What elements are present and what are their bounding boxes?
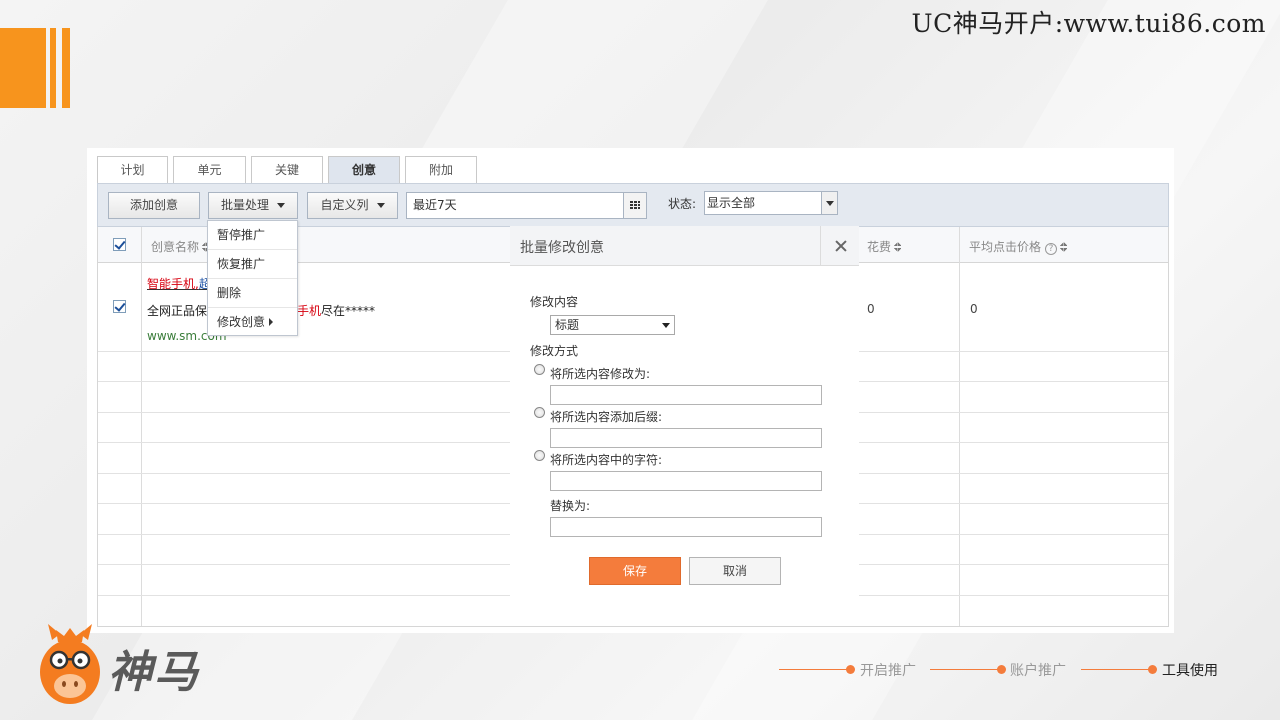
add-creative-button[interactable]: 添加创意 — [108, 192, 200, 219]
accent-bar — [62, 28, 70, 108]
tab-keyword[interactable]: 关键词 — [251, 156, 323, 204]
status-label: 状态: — [668, 197, 697, 211]
creative-title[interactable]: 智能手机,超 — [147, 275, 211, 292]
creative-description-suffix: 尽在***** — [321, 304, 376, 318]
nav-connector — [930, 669, 1000, 670]
custom-columns-label: 自定义列 — [320, 198, 369, 212]
method-label: 修改方式 — [530, 344, 579, 358]
nav-step-account-promotion[interactable]: 账户推广 — [1010, 660, 1066, 680]
status-select-value: 显示全部 — [707, 196, 756, 210]
nav-step-open-promotion[interactable]: 开启推广 — [860, 660, 916, 680]
sort-icon — [1060, 242, 1068, 252]
dialog-header: 批量修改创意 — [510, 226, 859, 266]
select-all-checkbox[interactable] — [113, 238, 126, 251]
content-label: 修改内容 — [530, 295, 579, 309]
menu-item-edit-creative[interactable]: 修改创意 — [208, 308, 297, 337]
tab-creative[interactable]: 创意 — [328, 156, 400, 184]
radio-add-suffix-label: 将所选内容添加后缀: — [550, 410, 663, 424]
custom-columns-button[interactable]: 自定义列 — [307, 192, 398, 219]
help-icon[interactable]: ? — [1045, 243, 1058, 255]
column-divider — [141, 227, 142, 626]
menu-item-edit-creative-label: 修改创意 — [217, 315, 266, 329]
column-divider — [959, 227, 960, 626]
header-cost[interactable]: 花费 — [867, 238, 902, 255]
save-button[interactable]: 保存 — [589, 557, 681, 585]
find-chars-input[interactable] — [550, 471, 822, 491]
chevron-down-icon[interactable] — [821, 192, 837, 214]
radio-add-suffix[interactable] — [534, 407, 545, 418]
nav-step-dot — [997, 665, 1006, 674]
replace-all-input[interactable] — [550, 385, 822, 405]
tab-bar: 计划 单元 关键词 创意 附加创意 — [97, 156, 482, 204]
creative-description-end: 手机尽在***** — [297, 302, 375, 319]
avg-cpc-value: 0 — [970, 302, 978, 316]
close-icon[interactable] — [820, 226, 859, 266]
menu-item-delete[interactable]: 删除 — [208, 279, 297, 308]
radio-replace-chars[interactable] — [534, 450, 545, 461]
replace-with-input[interactable] — [550, 517, 822, 537]
header-avg-cpc[interactable]: 平均点击价格? — [969, 238, 1068, 255]
header-creative-name-label: 创意名称 — [151, 240, 200, 254]
creative-title-highlight: 智能手机, — [147, 277, 199, 291]
nav-connector — [779, 669, 849, 670]
creative-description-highlight: 手机 — [297, 304, 322, 318]
row-checkbox[interactable] — [113, 300, 126, 313]
creative-description-start: 全网正品保 — [147, 304, 208, 318]
add-suffix-input[interactable] — [550, 428, 822, 448]
chevron-down-icon — [277, 203, 285, 208]
menu-item-resume[interactable]: 恢复推广 — [208, 250, 297, 279]
nav-step-tool-usage[interactable]: 工具使用 — [1162, 660, 1218, 680]
header-cost-label: 花费 — [867, 240, 892, 254]
tab-unit[interactable]: 单元 — [173, 156, 246, 184]
chevron-down-icon — [376, 203, 385, 208]
calendar-icon — [630, 201, 640, 210]
sort-icon — [894, 242, 902, 252]
calendar-button[interactable] — [623, 192, 647, 219]
cancel-button[interactable]: 取消 — [689, 557, 781, 585]
accent-block — [0, 28, 46, 108]
replace-with-label: 替换为: — [550, 499, 591, 513]
accent-bar — [50, 28, 56, 108]
header-avg-cpc-label: 平均点击价格 — [969, 240, 1042, 254]
status-select[interactable]: 显示全部 — [704, 191, 838, 215]
tab-extra-creative[interactable]: 附加创意 — [405, 156, 477, 204]
batch-process-label: 批量处理 — [220, 198, 269, 212]
tab-plan[interactable]: 计划 — [97, 156, 168, 184]
nav-connector — [1081, 669, 1151, 670]
logo-wordmark: 神马 — [108, 647, 200, 698]
radio-replace-all[interactable] — [534, 364, 545, 375]
batch-edit-dialog: 批量修改创意 修改内容 标题 修改方式 将所选内容修改为: 将所选内容添加后缀:… — [510, 226, 859, 626]
add-creative-label: 添加创意 — [129, 198, 178, 212]
date-range-input[interactable]: 最近7天 — [406, 192, 624, 219]
radio-replace-all-label: 将所选内容修改为: — [550, 367, 651, 381]
dialog-title: 批量修改创意 — [520, 240, 604, 256]
content-select[interactable]: 标题 — [550, 315, 675, 335]
watermark-text: UC神马开户:www.tui86.com — [911, 9, 1266, 38]
nav-step-dot — [1148, 665, 1157, 674]
nav-step-dot — [846, 665, 855, 674]
chevron-right-icon — [269, 318, 274, 326]
batch-process-menu: 暂停推广 恢复推广 删除 修改创意 — [207, 220, 298, 336]
menu-item-pause[interactable]: 暂停推广 — [208, 221, 297, 250]
batch-process-button[interactable]: 批量处理 — [208, 192, 298, 219]
cost-value: 0 — [867, 302, 875, 316]
shenma-mascot-logo — [40, 624, 100, 704]
header-creative-name[interactable]: 创意名称 — [151, 238, 210, 255]
radio-replace-chars-label: 将所选内容中的字符: — [550, 453, 663, 467]
